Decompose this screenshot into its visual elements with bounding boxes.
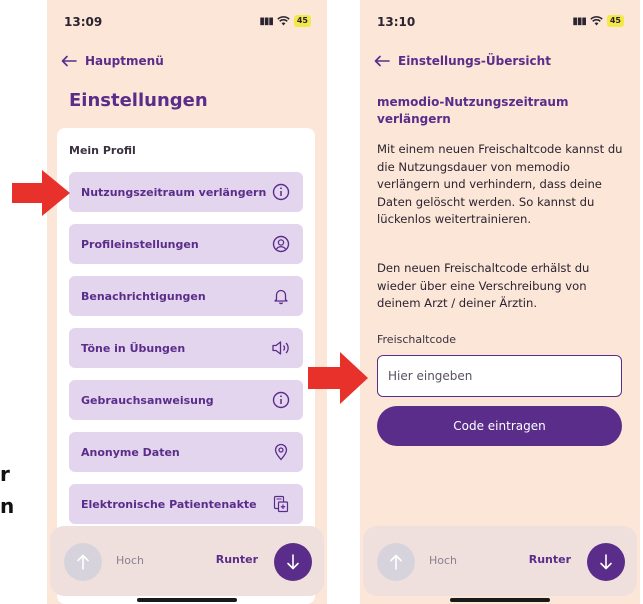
- arrow-up-icon: [390, 554, 402, 570]
- info-icon: [271, 182, 291, 202]
- info-icon: [271, 390, 291, 410]
- location-pin-icon: [271, 442, 291, 462]
- menu-item-label: Anonyme Daten: [81, 445, 180, 459]
- page-title: Einstellungen: [69, 90, 208, 111]
- speaker-icon: [271, 338, 291, 358]
- status-time: 13:09: [64, 15, 103, 29]
- status-icons: ▮▮▮ 45: [572, 15, 624, 27]
- cropped-text-fragment-1: r: [0, 462, 10, 486]
- back-button[interactable]: Hauptmenü: [61, 54, 164, 68]
- arrow-down-icon: [600, 554, 612, 570]
- home-indicator: [450, 598, 550, 602]
- settings-screen: 13:09 ▮▮▮ 45 Hauptmenü Einstellungen Mei…: [47, 0, 327, 604]
- user-circle-icon: [271, 234, 291, 254]
- instruction-paragraph: Den neuen Freischaltcode erhälst du wied…: [377, 261, 590, 310]
- menu-item-label: Benachrichtigungen: [81, 289, 206, 303]
- status-bar: 13:10 ▮▮▮ 45: [360, 12, 640, 32]
- battery-indicator: 45: [293, 15, 311, 27]
- unlock-code-label: Freischaltcode: [377, 333, 457, 346]
- menu-item-instructions[interactable]: Gebrauchsanweisung: [69, 380, 303, 420]
- back-button[interactable]: Einstellungs-Übersicht: [374, 54, 551, 68]
- signal-icon: ▮▮▮: [259, 15, 273, 27]
- wifi-icon: [590, 16, 603, 26]
- bottom-navigation: Hoch Runter: [363, 526, 637, 596]
- menu-item-electronic-health-record[interactable]: Elektronische Patientenakte: [69, 484, 303, 524]
- status-bar: 13:09 ▮▮▮ 45: [47, 12, 327, 32]
- menu-item-label: Gebrauchsanweisung: [81, 393, 214, 407]
- description-paragraph: Mit einem neuen Freischaltcode kannst du…: [377, 142, 623, 226]
- back-label: Hauptmenü: [85, 54, 164, 68]
- menu-item-label: Töne in Übungen: [81, 341, 186, 355]
- menu-item-extend-usage[interactable]: Nutzungszeitraum verlängern: [69, 172, 303, 212]
- scroll-down-label[interactable]: Runter: [529, 553, 571, 566]
- scroll-up-label: Hoch: [116, 554, 145, 567]
- scroll-up-button[interactable]: [64, 543, 102, 581]
- unlock-code-input[interactable]: [377, 355, 622, 397]
- section-title: memodio-Nutzungszeitraum verlängern: [377, 95, 569, 126]
- scroll-up-button[interactable]: [377, 543, 415, 581]
- status-time: 13:10: [377, 15, 416, 29]
- back-label: Einstellungs-Übersicht: [398, 54, 551, 68]
- bell-icon: [271, 286, 291, 306]
- menu-item-label: Profileinstellungen: [81, 237, 199, 251]
- menu-item-exercise-sounds[interactable]: Töne in Übungen: [69, 328, 303, 368]
- arrow-left-icon: [374, 55, 390, 67]
- arrow-down-icon: [287, 554, 299, 570]
- home-indicator: [137, 598, 237, 602]
- submit-code-button[interactable]: Code eintragen: [377, 406, 622, 446]
- scroll-down-label[interactable]: Runter: [216, 553, 258, 566]
- wifi-icon: [277, 16, 290, 26]
- menu-item-label: Nutzungszeitraum verlängern: [81, 185, 267, 199]
- menu-item-label: Elektronische Patientenakte: [81, 497, 257, 511]
- signal-icon: ▮▮▮: [572, 15, 586, 27]
- arrow-left-icon: [61, 55, 77, 67]
- menu-item-notifications[interactable]: Benachrichtigungen: [69, 276, 303, 316]
- scroll-down-button[interactable]: [587, 543, 625, 581]
- status-icons: ▮▮▮ 45: [259, 15, 311, 27]
- scroll-down-button[interactable]: [274, 543, 312, 581]
- highlight-arrow-icon: [308, 352, 368, 404]
- extend-usage-screen: 13:10 ▮▮▮ 45 Einstellungs-Übersicht memo…: [360, 0, 640, 604]
- cropped-text-fragment-2: n: [0, 494, 15, 518]
- menu-item-anonymous-data[interactable]: Anonyme Daten: [69, 432, 303, 472]
- section-heading: Mein Profil: [69, 144, 136, 157]
- battery-indicator: 45: [606, 15, 624, 27]
- health-record-icon: [271, 494, 291, 514]
- scroll-up-label: Hoch: [429, 554, 458, 567]
- bottom-navigation: Hoch Runter: [50, 526, 324, 596]
- highlight-arrow-icon: [12, 170, 70, 216]
- arrow-up-icon: [77, 554, 89, 570]
- menu-item-profile-settings[interactable]: Profileinstellungen: [69, 224, 303, 264]
